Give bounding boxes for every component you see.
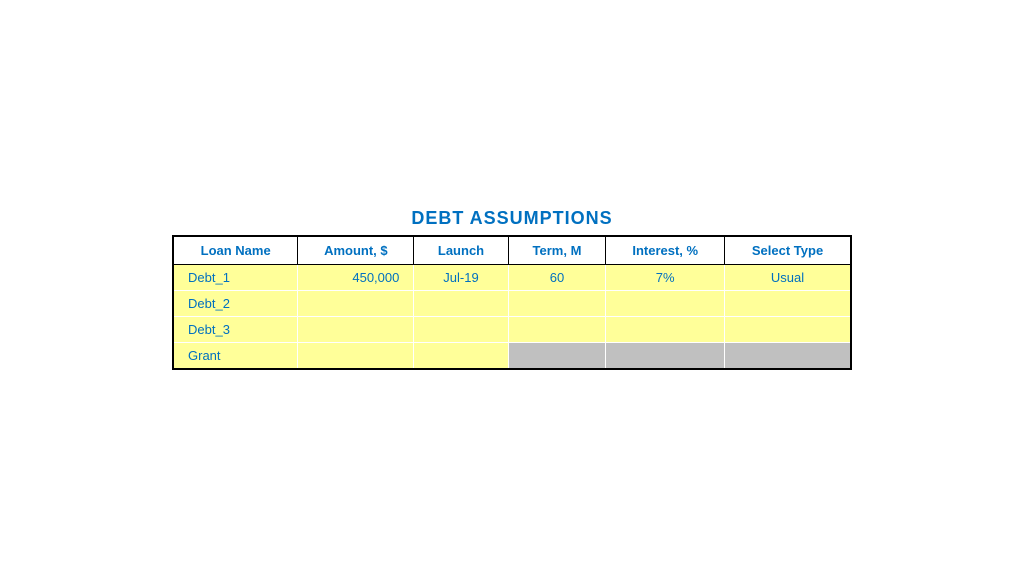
cell-loan-name[interactable]: Grant	[173, 342, 298, 369]
table-row[interactable]: Debt_1450,000Jul-19607%Usual	[173, 264, 851, 290]
debt-table: Loan Name Amount, $ Launch Term, M Inter…	[172, 235, 852, 370]
cell-term[interactable]: 60	[508, 264, 606, 290]
cell-term	[508, 342, 606, 369]
col-header-launch: Launch	[414, 236, 508, 265]
cell-interest[interactable]	[606, 316, 725, 342]
col-header-amount: Amount, $	[298, 236, 414, 265]
cell-term[interactable]	[508, 316, 606, 342]
col-header-select-type: Select Type	[725, 236, 851, 265]
cell-amount[interactable]	[298, 290, 414, 316]
cell-select_type[interactable]: Usual	[725, 264, 851, 290]
table-row[interactable]: Debt_2	[173, 290, 851, 316]
table-title: DEBT ASSUMPTIONS	[411, 208, 612, 229]
cell-interest	[606, 342, 725, 369]
cell-term[interactable]	[508, 290, 606, 316]
cell-amount[interactable]	[298, 316, 414, 342]
cell-amount[interactable]: 450,000	[298, 264, 414, 290]
col-header-interest: Interest, %	[606, 236, 725, 265]
table-row[interactable]: Grant	[173, 342, 851, 369]
cell-select-type	[725, 342, 851, 369]
table-row[interactable]: Debt_3	[173, 316, 851, 342]
col-header-term: Term, M	[508, 236, 606, 265]
col-header-loan-name: Loan Name	[173, 236, 298, 265]
cell-interest[interactable]	[606, 290, 725, 316]
cell-loan_name[interactable]: Debt_3	[173, 316, 298, 342]
cell-amount[interactable]	[298, 342, 414, 369]
cell-loan_name[interactable]: Debt_1	[173, 264, 298, 290]
cell-launch[interactable]	[414, 342, 508, 369]
cell-select_type[interactable]	[725, 290, 851, 316]
cell-select_type[interactable]	[725, 316, 851, 342]
cell-interest[interactable]: 7%	[606, 264, 725, 290]
table-header-row: Loan Name Amount, $ Launch Term, M Inter…	[173, 236, 851, 265]
cell-launch[interactable]	[414, 316, 508, 342]
cell-loan_name[interactable]: Debt_2	[173, 290, 298, 316]
cell-launch[interactable]: Jul-19	[414, 264, 508, 290]
cell-launch[interactable]	[414, 290, 508, 316]
page-container: DEBT ASSUMPTIONS Loan Name Amount, $ Lau…	[0, 208, 1024, 370]
